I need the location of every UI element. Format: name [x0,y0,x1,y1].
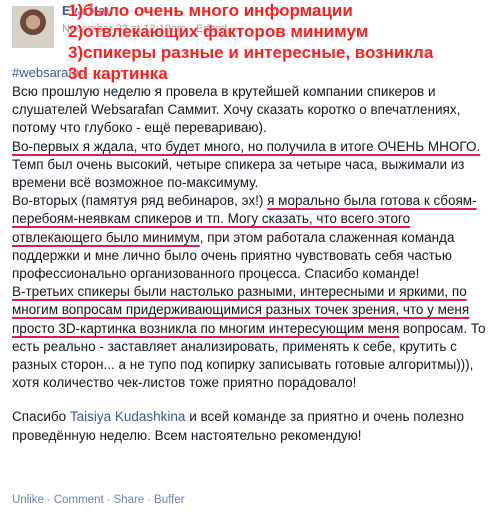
annotation-4: 3d картинка [68,64,168,83]
post-body: Всю прошлую неделю я провела в крутейшей… [12,83,486,445]
author-avatar[interactable] [12,6,54,48]
red-annotations: 1)было очень много информации 2)отвлекаю… [68,0,433,84]
paragraph-3-start: Во-вторых (памятуя ряд вебинаров, эх!) [12,193,268,209]
paragraph-2: Во-первых я ждала, что будет много, но п… [12,138,486,193]
post-actions: Unlike · Comment · Share · Buffer [12,494,185,506]
annotation-1: 1)было очень много информации [68,1,353,20]
separator-3: · [147,494,152,506]
share-link[interactable]: Share [114,494,145,506]
comment-link[interactable]: Comment [54,494,104,506]
mention-link[interactable]: Taisiya Kudashkina [70,409,186,424]
facebook-post: Eva Nau November 23 at 12:19am · Edited … [0,0,495,519]
paragraph-5-start: Спасибо [12,409,70,425]
annotation-2: 2)отвлекающих факторов минимум [68,22,369,41]
paragraph-5: Спасибо Taisiya Kudashkina и всей команд… [12,408,486,444]
paragraph-1: Всю прошлую неделю я провела в крутейшей… [12,84,461,136]
paragraph-3: Во-вторых (памятуя ряд вебинаров, эх!) я… [12,192,486,283]
paragraph-2-rest: Темп был очень высокий, четыре спикера з… [12,156,465,191]
unlike-link[interactable]: Unlike [12,494,44,506]
separator-1: · [46,494,51,506]
paragraph-4: В-третьих спикеры были настолько разными… [12,283,486,392]
separator-2: · [106,494,111,506]
paragraph-2-highlight: Во-первых я ждала, что будет много, но п… [12,138,481,154]
annotation-3: 3)спикеры разные и интересные, возникла [68,43,434,62]
buffer-link[interactable]: Buffer [154,494,184,506]
